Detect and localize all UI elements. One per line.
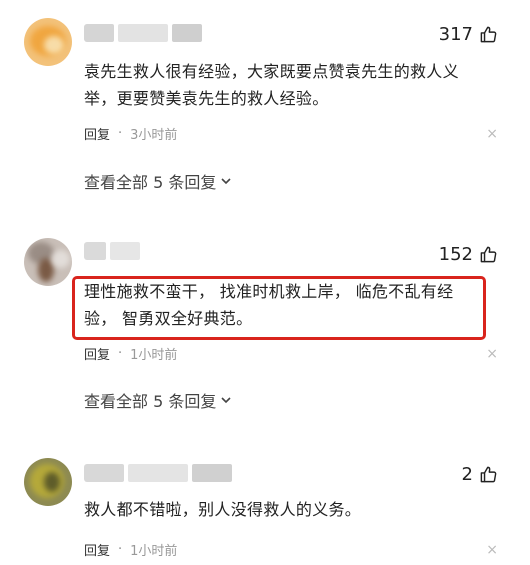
view-all-replies-label: 查看全部 5 条回复: [84, 392, 217, 411]
like-button[interactable]: 2: [462, 464, 498, 485]
reply-button[interactable]: 回复: [84, 124, 110, 143]
thumbs-up-icon: [480, 466, 497, 483]
close-icon[interactable]: ×: [486, 346, 498, 362]
close-icon[interactable]: ×: [486, 126, 498, 142]
username-blurred[interactable]: [84, 242, 144, 260]
comment-meta: 回复 · 1小时前: [84, 344, 177, 363]
thumbs-up-icon: [480, 26, 497, 43]
close-icon[interactable]: ×: [486, 542, 498, 558]
comment-meta: 回复 · 3小时前: [84, 124, 177, 143]
meta-separator: ·: [118, 346, 123, 361]
like-count: 2: [461, 464, 473, 485]
like-button[interactable]: 152: [439, 244, 498, 265]
avatar[interactable]: [24, 458, 72, 506]
avatar[interactable]: [24, 238, 72, 286]
like-count: 317: [438, 24, 473, 45]
comment-text: 救人都不错啦，别人没得救人的义务。: [84, 500, 362, 519]
chevron-down-icon: [221, 178, 231, 185]
username-blurred[interactable]: [84, 24, 204, 42]
timestamp: 3小时前: [130, 128, 178, 143]
meta-separator: ·: [118, 126, 123, 141]
comment-meta: 回复 · 1小时前: [84, 540, 177, 559]
timestamp: 1小时前: [130, 348, 178, 363]
comment-item: 317 袁先生救人很有经验，大家既要点赞袁先生的救人义举，更要赞美袁先生的救人经…: [0, 0, 530, 200]
view-all-replies-label: 查看全部 5 条回复: [84, 173, 217, 192]
highlight-box: [72, 276, 486, 340]
avatar[interactable]: [24, 18, 72, 66]
reply-button[interactable]: 回复: [84, 540, 110, 559]
username-blurred[interactable]: [84, 464, 234, 482]
chevron-down-icon: [221, 397, 231, 404]
like-count: 152: [438, 244, 473, 265]
like-button[interactable]: 317: [439, 24, 498, 45]
view-all-replies-button[interactable]: 查看全部 5 条回复: [84, 388, 233, 412]
thumbs-up-icon: [480, 246, 497, 263]
timestamp: 1小时前: [130, 544, 178, 559]
reply-button[interactable]: 回复: [84, 344, 110, 363]
comment-text: 袁先生救人很有经验，大家既要点赞袁先生的救人义举，更要赞美袁先生的救人经验。: [84, 62, 459, 108]
meta-separator: ·: [118, 542, 123, 557]
comment-item: 2 救人都不错啦，别人没得救人的义务。 回复 · 1小时前 ×: [0, 440, 530, 565]
view-all-replies-button[interactable]: 查看全部 5 条回复: [84, 169, 233, 193]
